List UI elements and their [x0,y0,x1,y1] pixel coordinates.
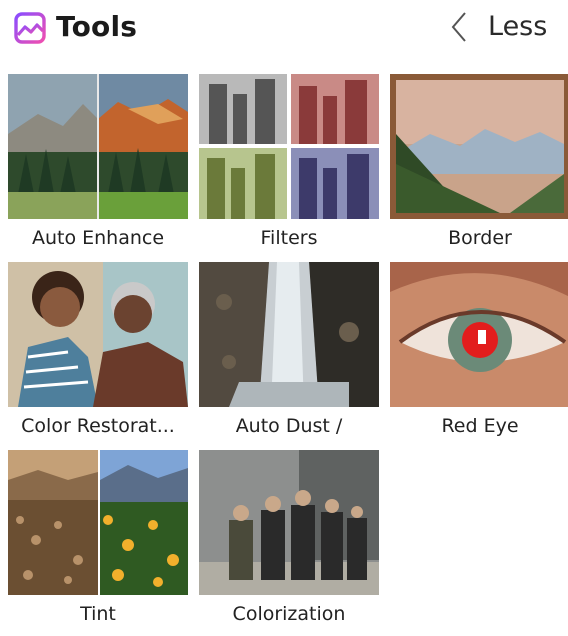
red-eye-thumbnail [390,262,568,407]
tool-color-restoration[interactable]: Color Restorat... [8,262,188,448]
less-label: Less [488,11,548,42]
tool-label: Auto Enhance [31,227,165,249]
colorization-thumbnail [199,450,379,595]
tool-auto-dust[interactable]: Auto Dust / [199,262,379,448]
tool-label: Border [448,227,512,249]
tool-tint[interactable]: Tint [8,450,188,636]
tool-colorization[interactable]: Colorization [199,450,379,636]
auto-enhance-thumbnail [8,74,188,219]
tool-auto-enhance[interactable]: Auto Enhance [8,74,188,260]
tint-thumbnail [8,450,188,595]
border-thumbnail [390,74,568,219]
tool-filters[interactable]: Filters [199,74,379,260]
tool-label: Tint [80,603,116,625]
tool-label: Filters [260,227,318,249]
chevron-left-icon [451,12,466,42]
tool-label: Auto Dust / [235,415,343,437]
color-restoration-thumbnail [8,262,188,407]
image-icon [14,12,46,44]
tool-red-eye[interactable]: Red Eye [390,262,568,448]
tool-border[interactable]: Border [390,74,568,260]
auto-dust-thumbnail [199,262,379,407]
tool-label: Red Eye [441,415,519,437]
less-button[interactable]: Less [448,8,558,48]
tool-label: Color Restorat... [21,415,175,437]
tool-label: Colorization [232,603,346,625]
filters-thumbnail [199,74,379,219]
tools-header: Tools Less [0,0,568,60]
panel-title: Tools [56,10,138,43]
